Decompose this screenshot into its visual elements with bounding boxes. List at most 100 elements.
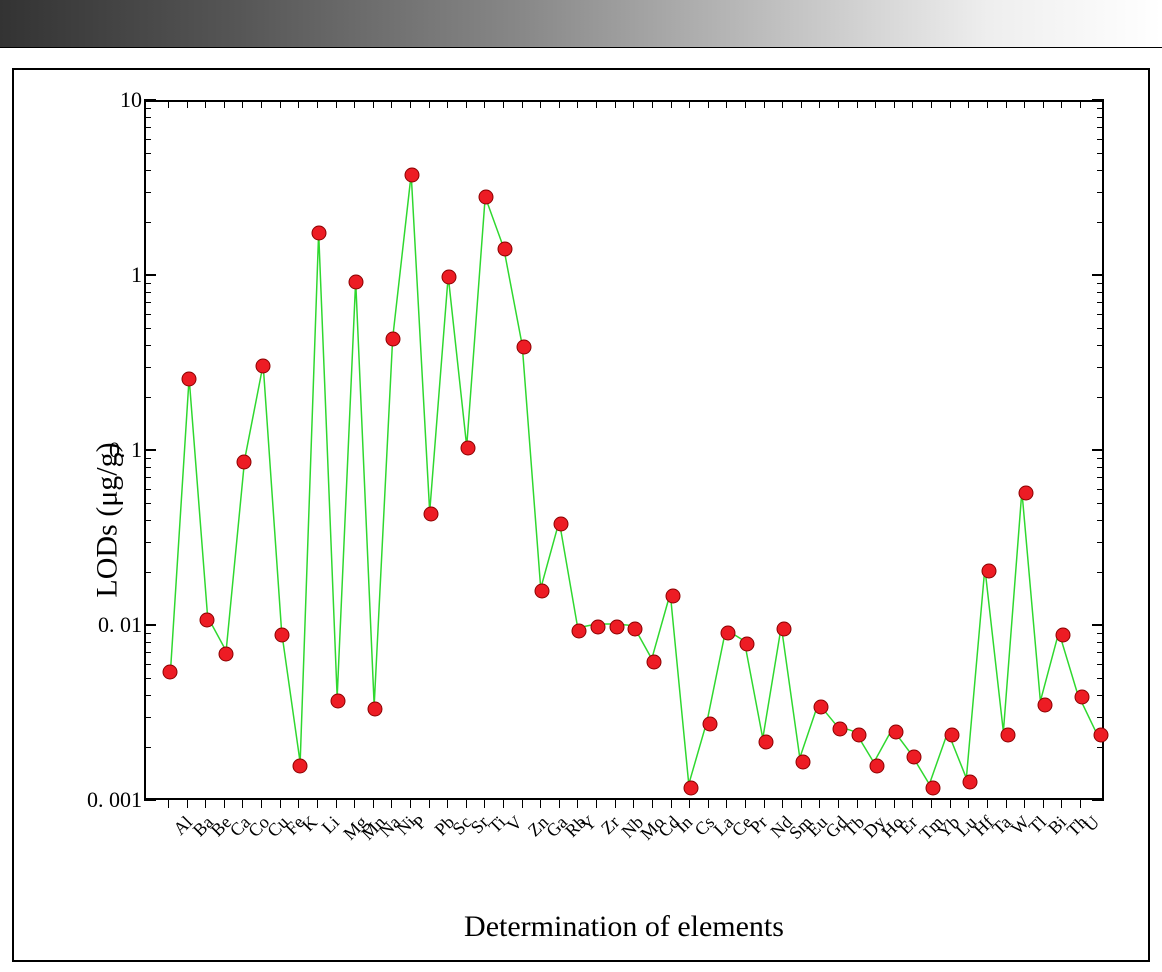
data-point [535,584,550,599]
plot-box [144,100,1104,800]
x-tick [782,800,783,808]
x-tick [429,800,430,808]
x-tick [577,800,578,808]
data-point [181,372,196,387]
data-point [870,759,885,774]
x-tick [950,800,951,808]
x-tick [354,800,355,808]
x-tick [931,800,932,808]
x-tick [484,800,485,808]
x-tick [280,800,281,808]
data-point [553,516,568,531]
x-tick [987,800,988,808]
x-tick [615,800,616,808]
y-tick [1092,99,1104,101]
data-point [572,623,587,638]
x-tick [187,800,188,808]
data-point [888,725,903,740]
data-point [256,359,271,374]
x-tick [708,800,709,808]
data-point [795,754,810,769]
x-tick [168,800,169,808]
y-tick-label: 1 [131,262,142,288]
x-tick [596,800,597,808]
data-point [1056,628,1071,643]
x-tick [652,800,653,808]
data-point [237,454,252,469]
x-tick [298,800,299,808]
x-tick [1061,800,1062,808]
x-tick [242,800,243,808]
x-tick [503,800,504,808]
x-tick [875,800,876,808]
y-axis-label: LODs (μg/g) [91,442,125,597]
data-point [1000,728,1015,743]
x-tick [912,800,913,808]
data-point [293,759,308,774]
x-tick [801,800,802,808]
x-tick [224,800,225,808]
data-point [349,274,364,289]
x-tick [447,800,448,808]
x-tick [1080,800,1081,808]
x-tick [857,800,858,808]
data-point [944,728,959,743]
data-point [609,620,624,635]
data-point [758,735,773,750]
data-point [516,339,531,354]
x-tick [838,800,839,808]
x-tick [689,800,690,808]
x-tick [205,800,206,808]
data-point [1093,728,1108,743]
data-point [218,647,233,662]
data-point [460,441,475,456]
data-point [684,781,699,796]
data-point [386,332,401,347]
y-tick-label: 0. 01 [98,612,142,638]
data-point [665,589,680,604]
data-point [423,507,438,522]
x-tick [1043,800,1044,808]
x-tick [633,800,634,808]
data-point [311,226,326,241]
chart-area: LODs (μg/g) Determination of elements 0.… [24,90,1124,950]
x-tick [373,800,374,808]
data-point [1037,697,1052,712]
data-point [981,563,996,578]
data-point [833,722,848,737]
x-tick-label: V [503,812,527,836]
x-tick [522,800,523,808]
data-point [274,628,289,643]
data-point [200,612,215,627]
x-tick [336,800,337,808]
y-tick-label: 10 [120,87,142,113]
y-tick [144,799,156,801]
data-point [739,636,754,651]
y-tick [144,99,156,101]
data-point [777,622,792,637]
data-point [442,270,457,285]
data-point [628,621,643,636]
x-tick-label: Li [318,812,344,838]
x-tick [764,800,765,808]
x-tick [540,800,541,808]
data-point [1075,689,1090,704]
x-tick [726,800,727,808]
x-tick [671,800,672,808]
data-point [330,693,345,708]
x-tick [559,800,560,808]
x-tick [1006,800,1007,808]
data-point [591,620,606,635]
data-point [1019,486,1034,501]
y-tick-label: 0. 001 [87,787,142,813]
data-point [851,728,866,743]
y-tick-label: 0. 1 [109,437,142,463]
data-point [926,781,941,796]
x-tick [745,800,746,808]
data-point [479,190,494,205]
y-tick [1092,799,1104,801]
data-point [367,701,382,716]
x-tick [466,800,467,808]
x-tick [819,800,820,808]
x-tick [894,800,895,808]
